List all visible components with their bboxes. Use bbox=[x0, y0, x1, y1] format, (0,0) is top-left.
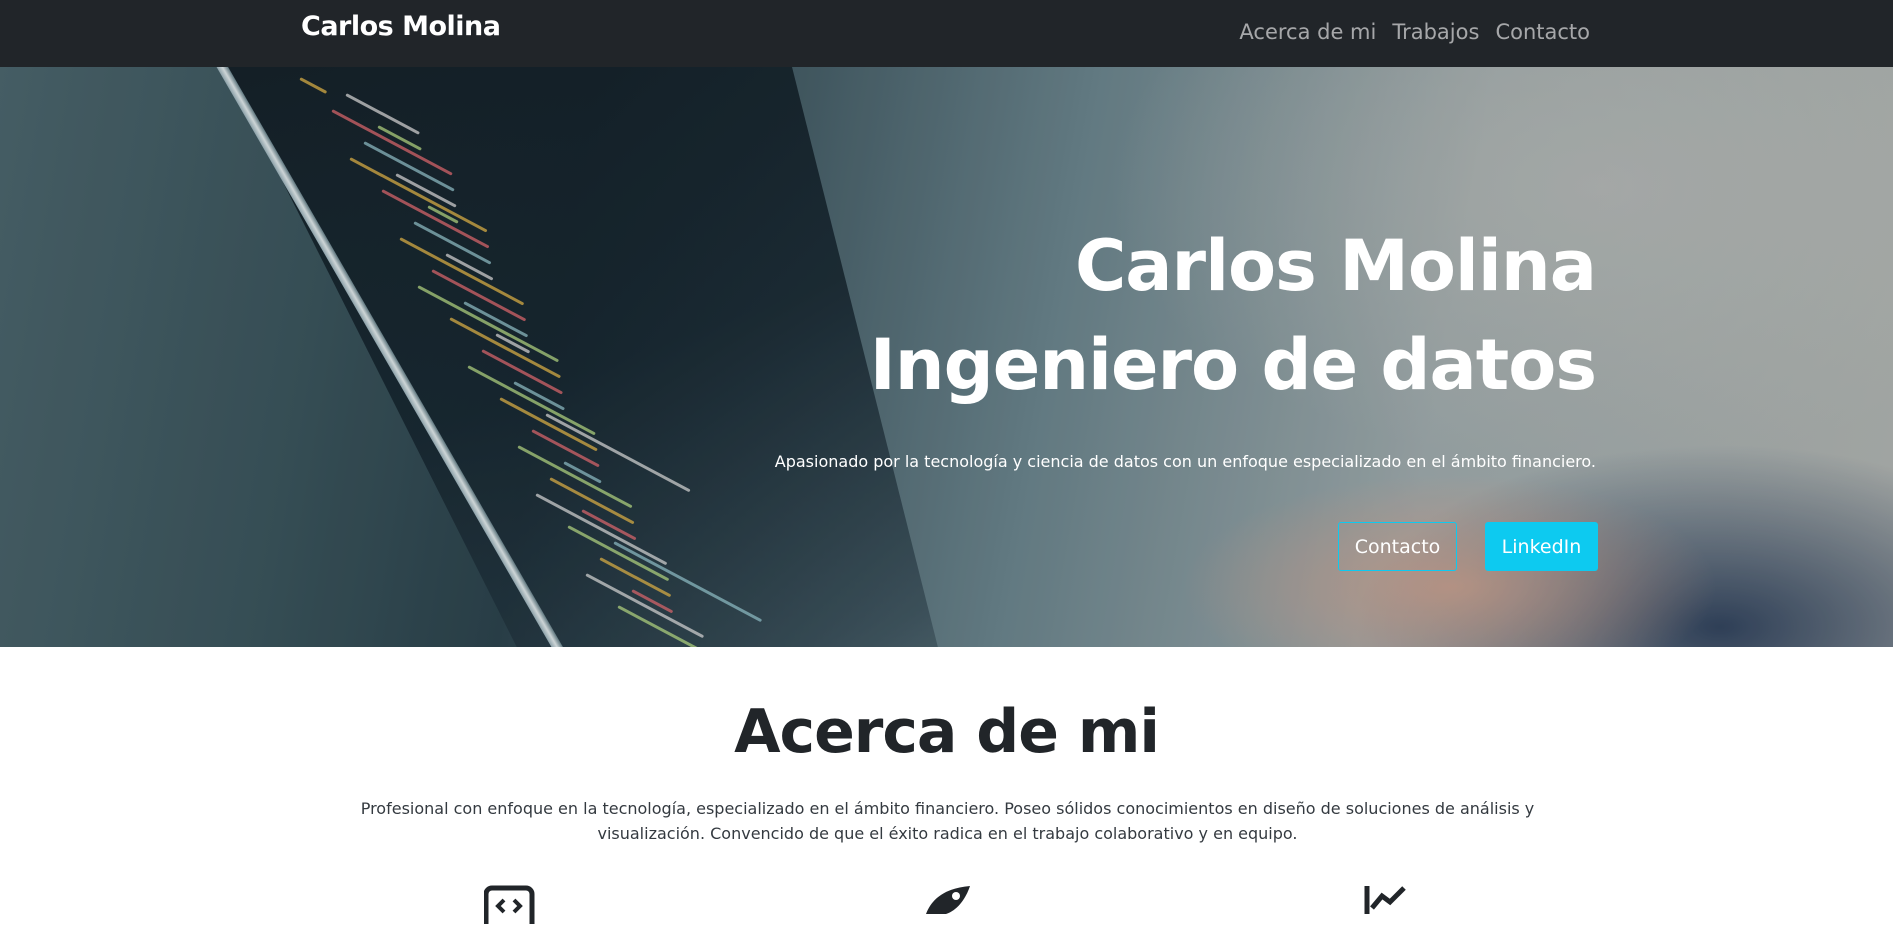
nav-link-acerca[interactable]: Acerca de mi bbox=[1239, 20, 1376, 44]
hero-section: Carlos Molina Ingeniero de datos Apasion… bbox=[0, 67, 1893, 647]
nav-links: Acerca de mi Trabajos Contacto bbox=[1239, 20, 1590, 44]
hero-title: Carlos Molina Ingeniero de datos bbox=[869, 217, 1597, 415]
linkedin-button[interactable]: LinkedIn bbox=[1485, 522, 1598, 571]
about-title: Acerca de mi bbox=[734, 697, 1160, 767]
hero-title-name: Carlos Molina bbox=[1074, 225, 1597, 307]
hero-subtitle: Apasionado por la tecnología y ciencia d… bbox=[774, 452, 1596, 471]
nav-link-trabajos[interactable]: Trabajos bbox=[1392, 20, 1479, 44]
rocket-icon bbox=[922, 884, 974, 918]
hero-title-role: Ingeniero de datos bbox=[869, 324, 1597, 406]
chart-line-icon bbox=[1364, 884, 1414, 918]
contact-button[interactable]: Contacto bbox=[1338, 522, 1457, 571]
navbar: Carlos Molina Acerca de mi Trabajos Cont… bbox=[0, 0, 1893, 67]
code-icon bbox=[483, 884, 536, 928]
about-text: Profesional con enfoque en la tecnología… bbox=[360, 799, 1535, 843]
brand-logo[interactable]: Carlos Molina bbox=[301, 11, 501, 42]
nav-link-contacto[interactable]: Contacto bbox=[1495, 20, 1590, 44]
